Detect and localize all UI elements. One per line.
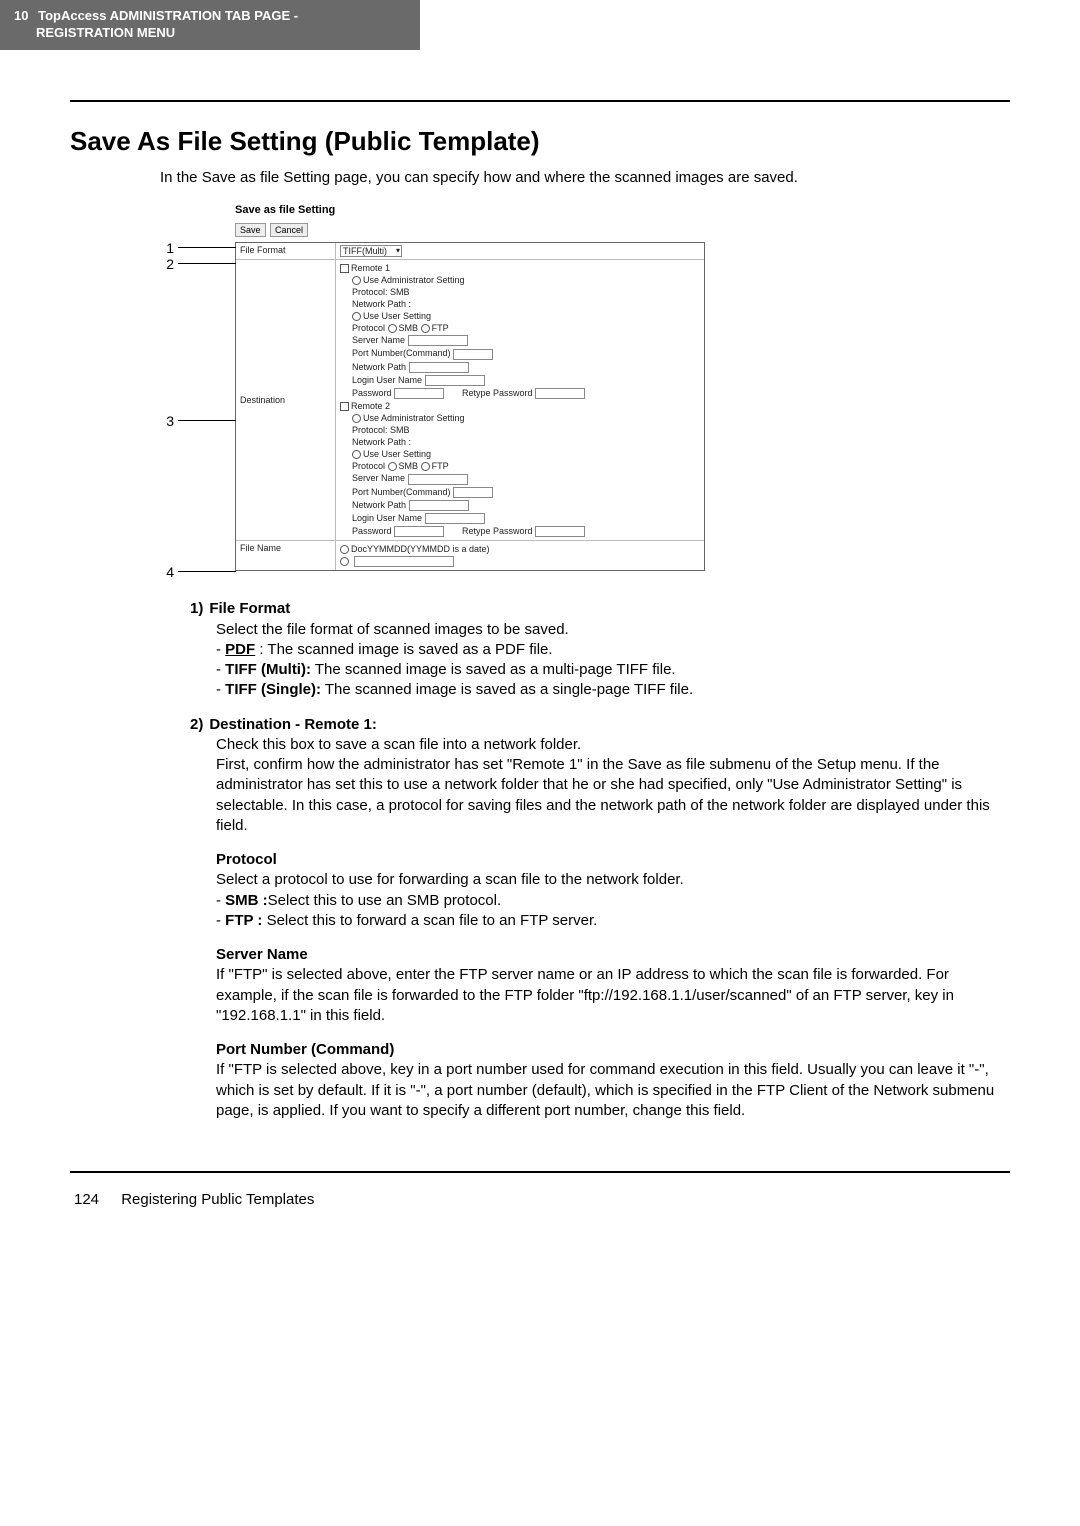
- figure-remote2-smb-radio: [388, 462, 397, 471]
- figure-filename-opt1-radio: [340, 545, 349, 554]
- figure-remote1-user-radio: [352, 312, 361, 321]
- footer-title: Registering Public Templates: [121, 1191, 314, 1208]
- figure-remote2-server-label: Server Name: [352, 473, 405, 483]
- chapter-number: 10: [14, 8, 28, 23]
- figure-remote2-netpath-label: Network Path: [352, 500, 406, 510]
- figure-filename-opt2-radio: [340, 557, 349, 566]
- figure-remote1-admin-protocol: Protocol: SMB: [340, 286, 700, 298]
- section-title: Save As File Setting (Public Template): [70, 126, 1010, 157]
- figure-remote1-netpath-input: [409, 362, 469, 373]
- callout-2: 2: [160, 256, 236, 272]
- figure-remote1-user-label: Use User Setting: [363, 311, 431, 321]
- def2-server-head: Server Name: [216, 945, 1010, 965]
- def2-p1: Check this box to save a scan file into …: [216, 735, 1010, 755]
- figure-remote2-port-label: Port Number(Command): [352, 487, 451, 497]
- figure-file-name-label: File Name: [236, 541, 336, 570]
- figure-remote2-ftp-radio: [421, 462, 430, 471]
- figure-remote2-retype-input: [535, 526, 585, 537]
- def2-port-body: If "FTP is selected above, key in a port…: [216, 1060, 1010, 1121]
- figure-remote1-password-input: [394, 388, 444, 399]
- figure-remote2-user-radio: [352, 450, 361, 459]
- def1-lead: Select the file format of scanned images…: [216, 620, 1010, 640]
- figure-remote2-protocol-label: Protocol: [352, 461, 385, 471]
- figure-remote1-port-label: Port Number(Command): [352, 348, 451, 358]
- def2-num: 2): [190, 716, 203, 733]
- def-item-2: 2) Destination - Remote 1: Check this box…: [190, 715, 1010, 1122]
- figure-settings-table: File Format TIFF(Multi) Destination Remo…: [235, 242, 705, 572]
- figure-remote1-admin-path: Network Path :: [340, 298, 700, 310]
- def2-protocol-head: Protocol: [216, 850, 1010, 870]
- figure-remote2-admin-protocol: Protocol: SMB: [340, 424, 700, 436]
- figure-remote2-login-label: Login User Name: [352, 513, 422, 523]
- chapter-title-line1: TopAccess ADMINISTRATION TAB PAGE -: [38, 8, 298, 23]
- figure-remote1-checkbox: [340, 264, 349, 273]
- figure-file-format-label: File Format: [236, 243, 336, 259]
- figure-remote1-admin-radio: [352, 276, 361, 285]
- figure-remote1-login-input: [425, 375, 485, 386]
- figure-save-button: Save: [235, 223, 266, 237]
- chapter-title-line2: REGISTRATION MENU: [36, 25, 175, 40]
- figure-remote1-netpath-label: Network Path: [352, 362, 406, 372]
- figure-remote2-admin-path: Network Path :: [340, 436, 700, 448]
- figure-remote2-user-label: Use User Setting: [363, 449, 431, 459]
- def1-bullet-tiff-multi: TIFF (Multi): The scanned image is saved…: [216, 660, 1010, 680]
- def1-label: File Format: [209, 600, 290, 617]
- figure-remote1-protocol-label: Protocol: [352, 323, 385, 333]
- page-footer: 124 Registering Public Templates: [70, 1191, 1010, 1208]
- def2-port-head: Port Number (Command): [216, 1040, 1010, 1060]
- figure-remote2-retype-label: Retype Password: [462, 526, 533, 536]
- figure-filename-opt1-label: DocYYMMDD(YYMMDD is a date): [351, 544, 490, 554]
- figure-remote2-password-input: [394, 526, 444, 537]
- figure-cancel-button: Cancel: [270, 223, 308, 237]
- page-number: 124: [74, 1191, 99, 1208]
- figure-remote1-port-input: [453, 349, 493, 360]
- figure-remote2-port-input: [453, 487, 493, 498]
- callout-1: 1: [160, 240, 236, 256]
- figure-remote1-server-label: Server Name: [352, 335, 405, 345]
- def1-bullet-tiff-single: TIFF (Single): The scanned image is save…: [216, 680, 1010, 700]
- callout-4: 4: [160, 564, 236, 580]
- figure-remote2-checkbox: [340, 402, 349, 411]
- def2-p2: First, confirm how the administrator has…: [216, 755, 1010, 836]
- def2-protocol-smb: SMB :Select this to use an SMB protocol.: [216, 891, 1010, 911]
- figure-caption: Save as file Setting: [235, 204, 760, 216]
- def2-protocol-lead: Select a protocol to use for forwarding …: [216, 870, 1010, 890]
- figure-remote1-retype-label: Retype Password: [462, 388, 533, 398]
- bottom-horizontal-rule: [70, 1171, 1010, 1173]
- callout-3: 3: [160, 413, 236, 429]
- figure-remote2-label: Remote 2: [351, 401, 390, 411]
- figure-remote1-label: Remote 1: [351, 263, 390, 273]
- def2-protocol-ftp: FTP : Select this to forward a scan file…: [216, 911, 1010, 931]
- figure-remote2-password-label: Password: [352, 526, 392, 536]
- def2-server-body: If "FTP" is selected above, enter the FT…: [216, 965, 1010, 1026]
- figure-destination-label: Destination: [236, 260, 336, 540]
- figure-remote2-server-input: [408, 474, 468, 485]
- def1-num: 1): [190, 600, 203, 617]
- figure-remote2-netpath-input: [409, 500, 469, 511]
- figure-remote1-login-label: Login User Name: [352, 375, 422, 385]
- figure-remote1-server-input: [408, 335, 468, 346]
- settings-screenshot-figure: Save as file Setting Save Cancel File Fo…: [160, 204, 760, 572]
- figure-remote1-password-label: Password: [352, 388, 392, 398]
- def2-label: Destination - Remote 1:: [209, 716, 377, 733]
- figure-remote2-admin-radio: [352, 414, 361, 423]
- top-horizontal-rule: [70, 100, 1010, 102]
- def1-bullet-pdf: PDF : The scanned image is saved as a PD…: [216, 640, 1010, 660]
- intro-paragraph: In the Save as file Setting page, you ca…: [160, 169, 1010, 186]
- figure-remote2-admin-label: Use Administrator Setting: [363, 413, 465, 423]
- chapter-header: 10 TopAccess ADMINISTRATION TAB PAGE - R…: [0, 0, 420, 50]
- figure-remote1-ftp-radio: [421, 324, 430, 333]
- figure-file-format-select: TIFF(Multi): [340, 245, 402, 257]
- figure-remote1-admin-label: Use Administrator Setting: [363, 275, 465, 285]
- def-item-1: 1) File Format Select the file format of …: [190, 599, 1010, 700]
- figure-remote1-retype-input: [535, 388, 585, 399]
- figure-remote1-smb-radio: [388, 324, 397, 333]
- figure-remote2-login-input: [425, 513, 485, 524]
- figure-filename-opt2-input: [354, 556, 454, 567]
